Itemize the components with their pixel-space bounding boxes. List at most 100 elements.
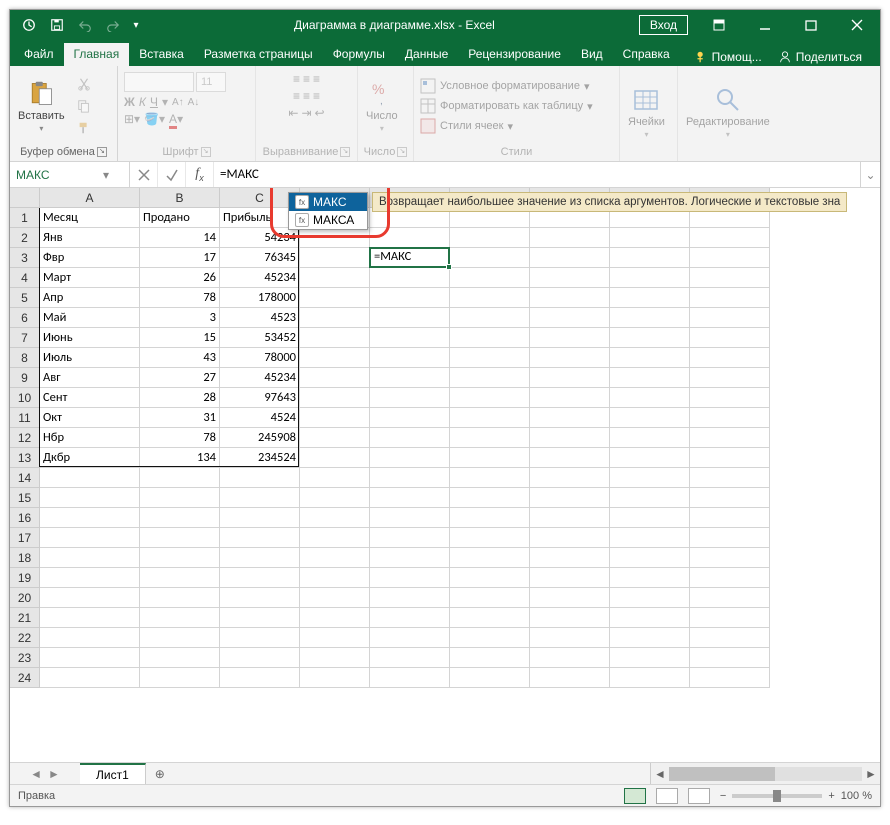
- grid-cell[interactable]: [690, 288, 770, 308]
- row-header[interactable]: 18: [10, 548, 40, 568]
- grid-cell[interactable]: [450, 468, 530, 488]
- grid-cell[interactable]: [220, 548, 300, 568]
- zoom-in-icon[interactable]: +: [828, 790, 834, 802]
- row-header[interactable]: 4: [10, 268, 40, 288]
- number-format-button[interactable]: %, Число▾: [362, 78, 402, 135]
- table-data-cell[interactable]: 245908: [220, 428, 300, 448]
- grid-cell[interactable]: [40, 548, 140, 568]
- grid-cell[interactable]: [610, 588, 690, 608]
- font-grow-icon[interactable]: A↑: [172, 97, 184, 108]
- grid-cell[interactable]: [40, 568, 140, 588]
- grid-cell[interactable]: [40, 488, 140, 508]
- grid-cell[interactable]: [370, 508, 450, 528]
- grid-cell[interactable]: [610, 428, 690, 448]
- row-header[interactable]: 24: [10, 668, 40, 688]
- autocomplete-item[interactable]: fxМАКСА: [289, 211, 367, 229]
- grid-cell[interactable]: [690, 208, 770, 228]
- grid-cell[interactable]: [690, 468, 770, 488]
- table-data-cell[interactable]: Сент: [40, 388, 140, 408]
- grid-cell[interactable]: [40, 668, 140, 688]
- tab-layout[interactable]: Разметка страницы: [194, 43, 323, 66]
- grid-cell[interactable]: [140, 628, 220, 648]
- tellme-search[interactable]: Помощ...: [688, 48, 768, 66]
- sheet-nav-prev-icon[interactable]: ◄: [30, 767, 42, 781]
- table-data-cell[interactable]: 54234: [220, 228, 300, 248]
- autocomplete-item[interactable]: fxМАКС: [289, 193, 367, 211]
- grid-cell[interactable]: [370, 568, 450, 588]
- view-page-layout-icon[interactable]: [656, 788, 678, 804]
- grid-cell[interactable]: [610, 388, 690, 408]
- grid-cell[interactable]: [610, 228, 690, 248]
- grid-cell[interactable]: [450, 408, 530, 428]
- grid-cell[interactable]: [300, 248, 370, 268]
- grid-cell[interactable]: [370, 328, 450, 348]
- grid-cell[interactable]: [610, 268, 690, 288]
- format-as-table-button[interactable]: Форматировать как таблицу▾: [418, 97, 595, 115]
- sheet-tab[interactable]: Лист1: [80, 763, 146, 784]
- grid-cell[interactable]: [610, 528, 690, 548]
- active-cell[interactable]: =МАКС: [369, 247, 450, 268]
- grid-cell[interactable]: [220, 528, 300, 548]
- grid-cell[interactable]: [450, 528, 530, 548]
- grid-cell[interactable]: [610, 308, 690, 328]
- grid-cell[interactable]: [300, 348, 370, 368]
- view-page-break-icon[interactable]: [688, 788, 710, 804]
- grid-cell[interactable]: [450, 268, 530, 288]
- grid-cell[interactable]: [690, 368, 770, 388]
- grid-cell[interactable]: [530, 408, 610, 428]
- grid-cell[interactable]: [610, 648, 690, 668]
- grid-cell[interactable]: [370, 628, 450, 648]
- font-color-icon[interactable]: A▾: [169, 112, 183, 126]
- grid-cell[interactable]: [530, 548, 610, 568]
- grid-cell[interactable]: [530, 288, 610, 308]
- grid-cell[interactable]: [300, 488, 370, 508]
- table-data-cell[interactable]: Июль: [40, 348, 140, 368]
- grid-cell[interactable]: [40, 528, 140, 548]
- italic-icon[interactable]: К: [139, 95, 146, 109]
- grid-cell[interactable]: [530, 328, 610, 348]
- grid-cell[interactable]: [530, 308, 610, 328]
- grid-cell[interactable]: [220, 488, 300, 508]
- table-header-cell[interactable]: Месяц: [40, 208, 140, 228]
- row-header[interactable]: 19: [10, 568, 40, 588]
- grid-cell[interactable]: [690, 308, 770, 328]
- row-header[interactable]: 7: [10, 328, 40, 348]
- row-header[interactable]: 2: [10, 228, 40, 248]
- row-header[interactable]: 11: [10, 408, 40, 428]
- grid-cell[interactable]: [530, 628, 610, 648]
- table-data-cell[interactable]: Май: [40, 308, 140, 328]
- grid-cell[interactable]: [690, 668, 770, 688]
- save-icon[interactable]: [44, 12, 70, 38]
- grid-cell[interactable]: [370, 228, 450, 248]
- grid-cell[interactable]: [140, 508, 220, 528]
- name-box[interactable]: ▾: [10, 162, 130, 187]
- table-data-cell[interactable]: 43: [140, 348, 220, 368]
- grid-cell[interactable]: [450, 548, 530, 568]
- editing-button[interactable]: Редактирование▾: [682, 84, 774, 141]
- formula-autocomplete[interactable]: fxМАКСfxМАКСА: [288, 192, 368, 230]
- grid-cell[interactable]: [370, 308, 450, 328]
- grid-cell[interactable]: [450, 348, 530, 368]
- grid-cell[interactable]: [370, 548, 450, 568]
- table-data-cell[interactable]: 78: [140, 288, 220, 308]
- grid-cell[interactable]: [690, 648, 770, 668]
- table-data-cell[interactable]: 4523: [220, 308, 300, 328]
- grid-cell[interactable]: [370, 608, 450, 628]
- number-dialog-icon[interactable]: ↘: [397, 147, 407, 157]
- grid-cell[interactable]: [610, 628, 690, 648]
- grid-cell[interactable]: [690, 508, 770, 528]
- col-header[interactable]: E: [370, 188, 450, 208]
- grid-cell[interactable]: [530, 568, 610, 588]
- copy-icon[interactable]: [73, 96, 95, 116]
- tab-view[interactable]: Вид: [571, 43, 613, 66]
- row-header[interactable]: 13: [10, 448, 40, 468]
- grid-cell[interactable]: [610, 368, 690, 388]
- grid-cell[interactable]: [450, 608, 530, 628]
- tab-formulas[interactable]: Формулы: [323, 43, 395, 66]
- grid-cell[interactable]: [140, 668, 220, 688]
- table-data-cell[interactable]: 134: [140, 448, 220, 468]
- grid-cell[interactable]: [300, 368, 370, 388]
- grid-cell[interactable]: [370, 388, 450, 408]
- grid-cell[interactable]: [220, 468, 300, 488]
- share-button[interactable]: Поделиться: [772, 48, 868, 66]
